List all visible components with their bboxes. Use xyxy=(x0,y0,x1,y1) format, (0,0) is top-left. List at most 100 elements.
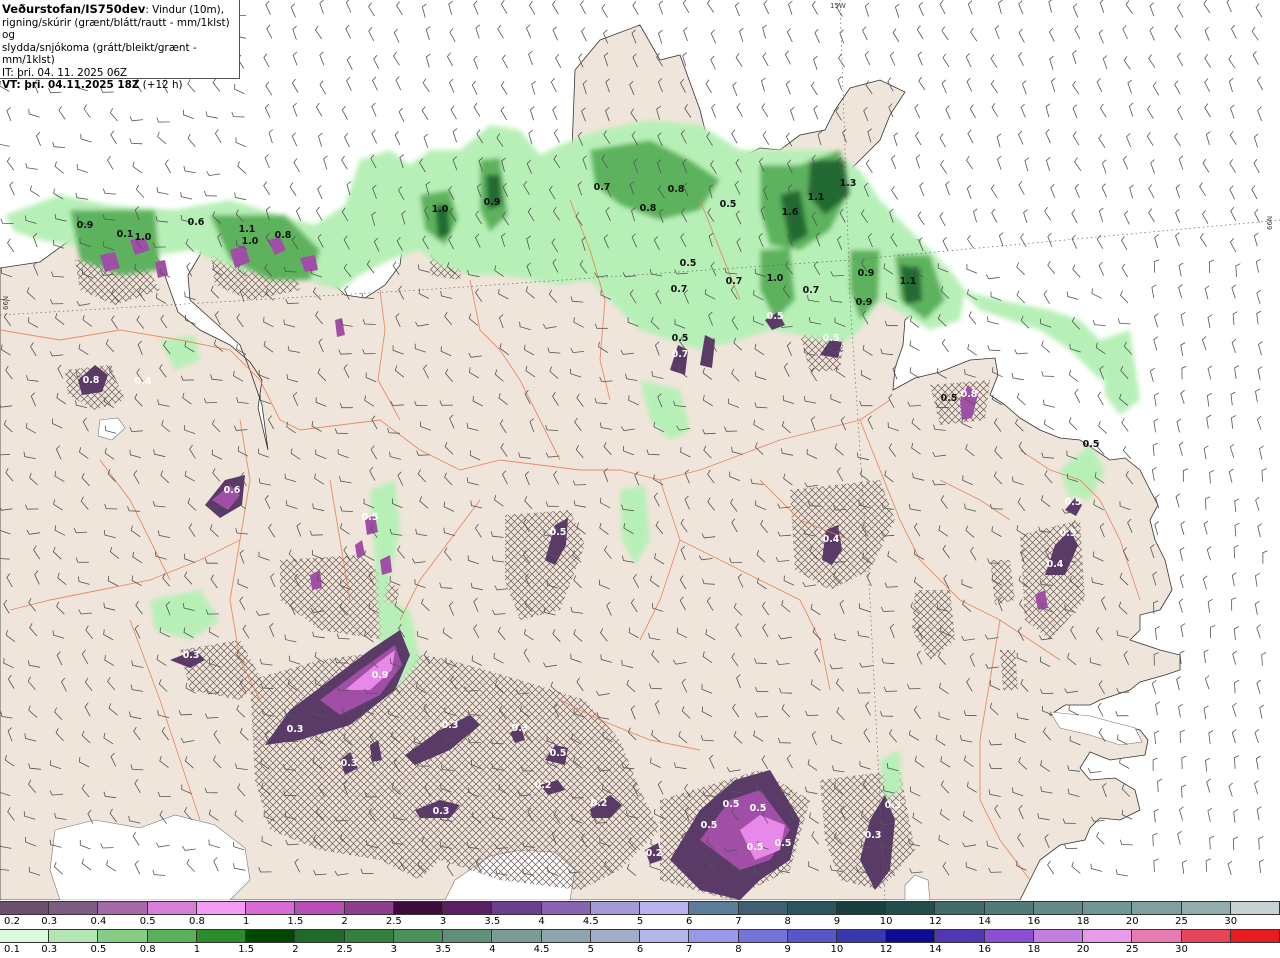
snow-legend-label: 2 xyxy=(341,916,348,927)
rain-legend-label: 1.5 xyxy=(238,944,255,955)
rain-legend-swatch xyxy=(836,930,887,942)
snow-value-label: 0.5 xyxy=(550,748,567,759)
rain-legend-swatch xyxy=(246,930,296,942)
snow-legend-label: 14 xyxy=(978,916,991,927)
snow-value-label: 0.5 xyxy=(767,311,784,322)
rain-legend-swatch xyxy=(1132,930,1182,942)
snow-legend-swatch xyxy=(541,902,591,914)
rain-legend-label: 9 xyxy=(784,944,791,955)
weather-map-page: 15W 66N 66N 0.9 0.1 1.0 0.6 1.1 0.8 1.0 1.0 0.9 0… xyxy=(0,0,1280,958)
snow-value-label: 0.4 xyxy=(1047,559,1064,570)
rain-value-label: 0.7 xyxy=(594,182,611,193)
snow-value-label: 0.5 xyxy=(701,820,718,831)
snow-legend-label: 12 xyxy=(929,916,942,927)
snow-legend-swatch xyxy=(1132,902,1182,914)
snow-legend-swatch xyxy=(147,902,197,914)
rain-legend-label: 12 xyxy=(879,944,893,955)
snow-value-label: 0.8 xyxy=(961,389,978,400)
rain-legend-colorbar xyxy=(0,929,1280,943)
snow-legend-swatch xyxy=(443,902,493,914)
rain-value-label: 0.5 xyxy=(1083,439,1100,450)
rain-legend-label: 0.8 xyxy=(139,944,156,955)
snow-legend-label: 4.5 xyxy=(582,916,599,927)
rain-legend-label: 25 xyxy=(1125,944,1139,955)
rain-legend-label: 0.1 xyxy=(4,944,20,955)
snow-value-label: 0.5 xyxy=(1060,528,1077,539)
snow-legend: 0.2 0.3 0.4 0.5 0.8 1 1.5 2 2.5 3 3.5 4 4.5 5 6 7 8 9 10 12… xyxy=(0,901,1280,929)
rain-legend-swatch xyxy=(1083,930,1133,942)
snow-value-label: 0.2 xyxy=(646,848,663,859)
snow-legend-swatch xyxy=(1230,902,1280,914)
rain-legend-swatch xyxy=(886,930,936,942)
rain-legend-swatch xyxy=(344,930,394,942)
rain-legend-label: 20 xyxy=(1076,944,1090,955)
snow-legend-swatch xyxy=(640,902,690,914)
source-title: Veðurstofan/IS750dev xyxy=(2,2,146,16)
snow-legend-swatch xyxy=(492,902,542,914)
rain-value-label: 0.8 xyxy=(275,230,292,241)
rain-value-label: 0.8 xyxy=(640,203,657,214)
snow-value-label: 0.5 xyxy=(1065,497,1082,508)
snow-legend-label: 0.4 xyxy=(90,916,107,927)
valid-time: VT: þri. 04.11.2025 18Z xyxy=(2,79,140,91)
snow-legend-label: 1.5 xyxy=(287,916,304,927)
snow-value-label: 0.5 xyxy=(823,333,840,344)
snow-legend-label: 2.5 xyxy=(385,916,402,927)
rain-legend-swatch xyxy=(935,930,985,942)
snow-legend-swatch xyxy=(738,902,788,914)
grid-label-right: 66N xyxy=(1266,216,1274,230)
description-line-3: slydda/snjókoma (grátt/bleikt/grænt - mm… xyxy=(2,41,197,67)
rain-legend-label: 2.5 xyxy=(336,944,353,955)
rain-legend-swatch xyxy=(443,930,493,942)
snow-value-label: 0.2 xyxy=(535,780,552,791)
description-line-2: rigning/skúrir (grænt/blátt/rautt - mm/1… xyxy=(2,16,230,42)
rain-value-label: 1.3 xyxy=(840,178,857,189)
rain-legend-label: 10 xyxy=(830,944,844,955)
forecast-map[interactable]: 15W 66N 66N 0.90.1 1.00.61.10.81.01.00.90… xyxy=(0,0,1280,900)
rain-legend-label: 8 xyxy=(735,944,742,955)
rain-value-label: 0.5 xyxy=(672,333,689,344)
snow-value-label: 0.3 xyxy=(885,800,902,811)
description-line-1: : Vindur (10m), xyxy=(145,4,224,16)
snow-value-label: 0.5 xyxy=(550,527,567,538)
snow-legend-label: 16 xyxy=(1027,916,1041,927)
rain-legend-swatch xyxy=(295,930,345,942)
snow-legend-label: 5 xyxy=(636,916,644,927)
rain-legend-swatch xyxy=(541,930,591,942)
rain-value-label: 0.9 xyxy=(858,268,875,279)
rain-legend-label: 0.5 xyxy=(90,944,107,955)
snow-value-label: 0.9 xyxy=(372,670,389,681)
rain-legend-swatch xyxy=(1033,930,1084,942)
snow-legend-swatch xyxy=(787,902,837,914)
rain-legend-label: 7 xyxy=(686,944,693,955)
rain-legend-swatch xyxy=(689,930,739,942)
snow-legend-label: 0.8 xyxy=(188,916,205,927)
rain-value-label: 0.6 xyxy=(188,217,205,228)
rain-legend-swatch xyxy=(787,930,837,942)
snow-legend-label: 25 xyxy=(1175,916,1188,927)
snow-legend-swatch xyxy=(1033,902,1084,914)
snow-legend-label: 4 xyxy=(538,916,545,927)
snow-value-label: 0.5 xyxy=(747,842,764,853)
snow-legend-label: 7 xyxy=(735,916,742,927)
rain-value-label: 1.1 xyxy=(239,224,256,235)
snow-legend-swatch xyxy=(1181,902,1231,914)
rain-value-label: 1.1 xyxy=(808,192,825,203)
snow-legend-label: 0.2 xyxy=(4,916,20,927)
snow-value-label: 0.3 xyxy=(442,720,459,731)
snow-value-label: 0.4 xyxy=(135,376,152,387)
snow-value-label: 0.3 xyxy=(865,830,882,841)
snow-legend-swatch xyxy=(935,902,985,914)
rain-value-label: 1.1 xyxy=(900,276,917,287)
rain-value-label: 0.5 xyxy=(720,199,737,210)
snow-value-label: 0.2 xyxy=(591,798,608,809)
snow-value-label: 0.3 xyxy=(512,723,529,734)
snow-value-label: 0.5 xyxy=(775,838,792,849)
snow-value-label: 0.5 xyxy=(362,512,379,523)
snow-legend-labels: 0.2 0.3 0.4 0.5 0.8 1 1.5 2 2.5 3 3.5 4 4.5 5 6 7 8 9 10 12… xyxy=(0,915,1280,929)
snow-legend-swatch xyxy=(344,902,394,914)
snow-legend-swatch xyxy=(1083,902,1133,914)
rain-value-label: 1.0 xyxy=(135,232,152,243)
snow-legend-swatch xyxy=(0,902,50,914)
snow-value-label: 0.6 xyxy=(224,485,241,496)
